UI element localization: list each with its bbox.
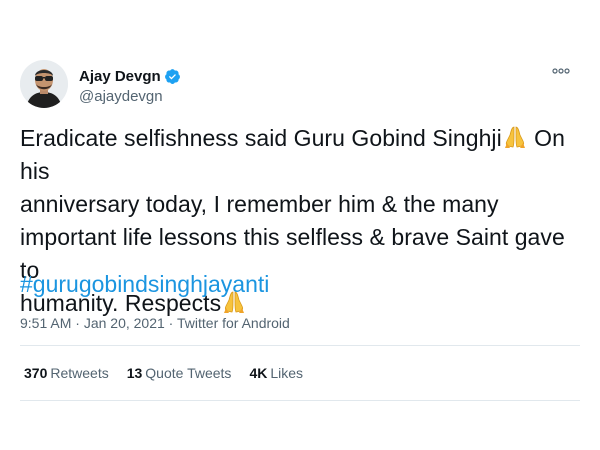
tweet-card: Ajay Devgn @ajaydevgn Eradicate selfishn… (0, 0, 600, 450)
tweet-text-line1: Eradicate selfishness said Guru Gobind S… (20, 125, 502, 151)
divider (20, 400, 580, 401)
tweet-source[interactable]: Twitter for Android (177, 315, 290, 331)
tweet-date[interactable]: Jan 20, 2021 (84, 315, 165, 331)
meta-separator: · (164, 315, 177, 331)
tweet-text-line2: anniversary today, I remember him & the … (20, 191, 499, 217)
more-options-icon[interactable] (552, 66, 570, 76)
likes-count: 4K (249, 365, 268, 381)
meta-separator: · (71, 315, 84, 331)
user-handle[interactable]: @ajaydevgn (79, 88, 181, 105)
quote-tweets-label: Quote Tweets (145, 365, 232, 381)
likes-label: Likes (270, 365, 304, 381)
likes-stat[interactable]: 4K Likes (249, 365, 303, 381)
divider (20, 345, 580, 346)
display-name[interactable]: Ajay Devgn (79, 68, 161, 85)
author-info: Ajay Devgn @ajaydevgn (79, 66, 181, 105)
quote-tweets-stat[interactable]: 13 Quote Tweets (127, 365, 232, 381)
quote-tweets-count: 13 (126, 365, 143, 381)
retweets-stat[interactable]: 370 Retweets (24, 365, 109, 381)
verified-badge-icon (164, 68, 181, 85)
hashtag-link[interactable]: #gurugobindsinghjayanti (20, 268, 269, 301)
tweet-metadata: 9:51 AM · Jan 20, 2021 · Twitter for And… (20, 315, 290, 331)
retweets-count: 370 (24, 365, 48, 381)
name-row: Ajay Devgn (79, 66, 181, 86)
tweet-time[interactable]: 9:51 AM (20, 315, 71, 331)
retweets-label: Retweets (50, 365, 109, 381)
avatar[interactable] (20, 60, 68, 108)
tweet-header: Ajay Devgn @ajaydevgn (20, 60, 580, 112)
folded-hands-emoji-icon (502, 125, 528, 149)
engagement-stats: 370 Retweets 13 Quote Tweets 4K Likes (24, 365, 321, 381)
